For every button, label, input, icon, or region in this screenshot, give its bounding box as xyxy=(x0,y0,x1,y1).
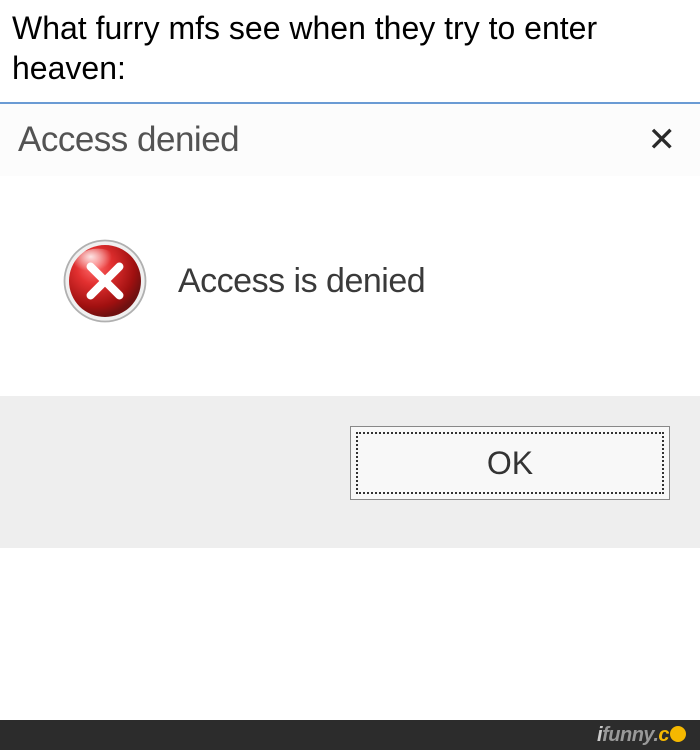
ok-button[interactable]: OK xyxy=(350,426,670,500)
meme-caption-text: What furry mfs see when they try to ente… xyxy=(12,8,688,88)
close-icon[interactable]: ✕ xyxy=(648,123,677,157)
dialog-title: Access denied xyxy=(18,120,239,160)
dialog-message: Access is denied xyxy=(178,262,425,301)
error-x-icon xyxy=(60,236,150,326)
smile-icon xyxy=(670,726,686,742)
watermark-bar: ifunny.c xyxy=(0,720,700,750)
dialog-button-area: OK xyxy=(0,396,700,548)
dialog-titlebar: Access denied ✕ xyxy=(0,104,700,176)
watermark-text: ifunny.c xyxy=(597,724,686,747)
ok-button-label: OK xyxy=(487,445,533,482)
meme-caption-area: What furry mfs see when they try to ente… xyxy=(0,0,700,102)
dialog-body: Access is denied xyxy=(0,176,700,396)
dialog-window: Access denied ✕ xyxy=(0,104,700,548)
